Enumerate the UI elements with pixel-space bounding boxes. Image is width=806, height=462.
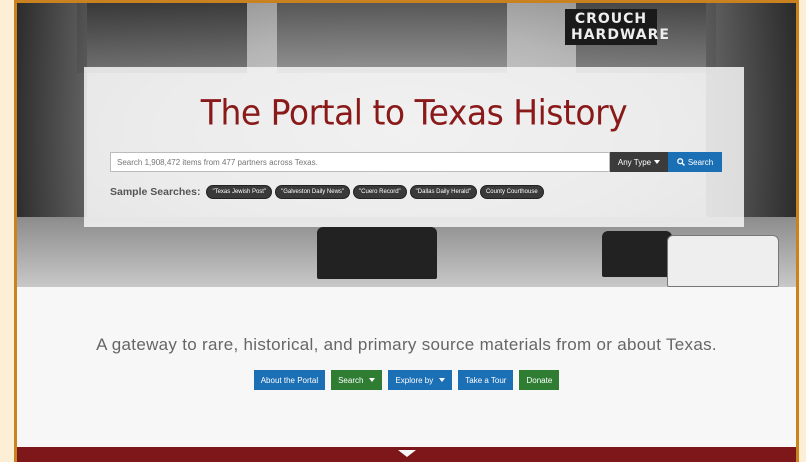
take-tour-button[interactable]: Take a Tour [458, 370, 514, 390]
donate-label: Donate [526, 375, 553, 385]
sample-search-link[interactable]: "Cuero Record" [353, 185, 407, 199]
site-title[interactable]: The Portal to Texas History [84, 92, 744, 133]
hero-photo-building [77, 3, 247, 73]
hero-banner: CROUCH HARDWARE The Portal to Texas Hist… [17, 3, 796, 287]
sample-searches-label: Sample Searches: [110, 186, 201, 198]
search-dropdown-label: Search [338, 375, 364, 385]
hero-photo-car [602, 231, 672, 277]
type-select-label: Any Type [617, 157, 652, 167]
sample-search-link[interactable]: "Texas Jewish Post" [206, 185, 273, 199]
search-bar: Any Type Search [110, 152, 722, 172]
site-tagline: A gateway to rare, historical, and prima… [96, 335, 717, 354]
search-panel: The Portal to Texas History Any Type Sea… [84, 67, 744, 227]
chevron-down-icon [439, 378, 446, 382]
footer-notch [398, 450, 416, 457]
about-portal-label: About the Portal [260, 375, 319, 385]
take-tour-label: Take a Tour [465, 375, 507, 385]
sample-search-link[interactable]: "Galveston Daily News" [275, 185, 351, 199]
hero-photo-sign: CROUCH HARDWARE [565, 9, 669, 45]
sample-search-link[interactable]: "Dallas Daily Herald" [409, 185, 477, 199]
search-button-label: Search [687, 157, 714, 167]
search-button[interactable]: Search [668, 152, 722, 172]
sample-searches: Sample Searches: "Texas Jewish Post" "Ga… [110, 185, 544, 199]
explore-by-button[interactable]: Explore by [388, 370, 453, 390]
hero-photo-car [317, 227, 437, 279]
search-input[interactable] [110, 152, 610, 172]
search-icon [676, 158, 685, 166]
page-frame: CROUCH HARDWARE The Portal to Texas Hist… [14, 0, 799, 462]
sample-search-link[interactable]: County Courthouse [479, 185, 544, 199]
hero-photo-building [277, 3, 507, 73]
chevron-down-icon [369, 378, 376, 382]
type-select[interactable]: Any Type [610, 152, 668, 172]
donate-button[interactable]: Donate [519, 370, 560, 390]
action-buttons: About the Portal Search Explore by Take … [17, 370, 796, 390]
search-dropdown-button[interactable]: Search [331, 370, 383, 390]
chevron-down-icon [654, 160, 661, 164]
about-portal-button[interactable]: About the Portal [253, 370, 326, 390]
explore-by-label: Explore by [395, 375, 434, 385]
hero-photo-car [667, 235, 779, 287]
